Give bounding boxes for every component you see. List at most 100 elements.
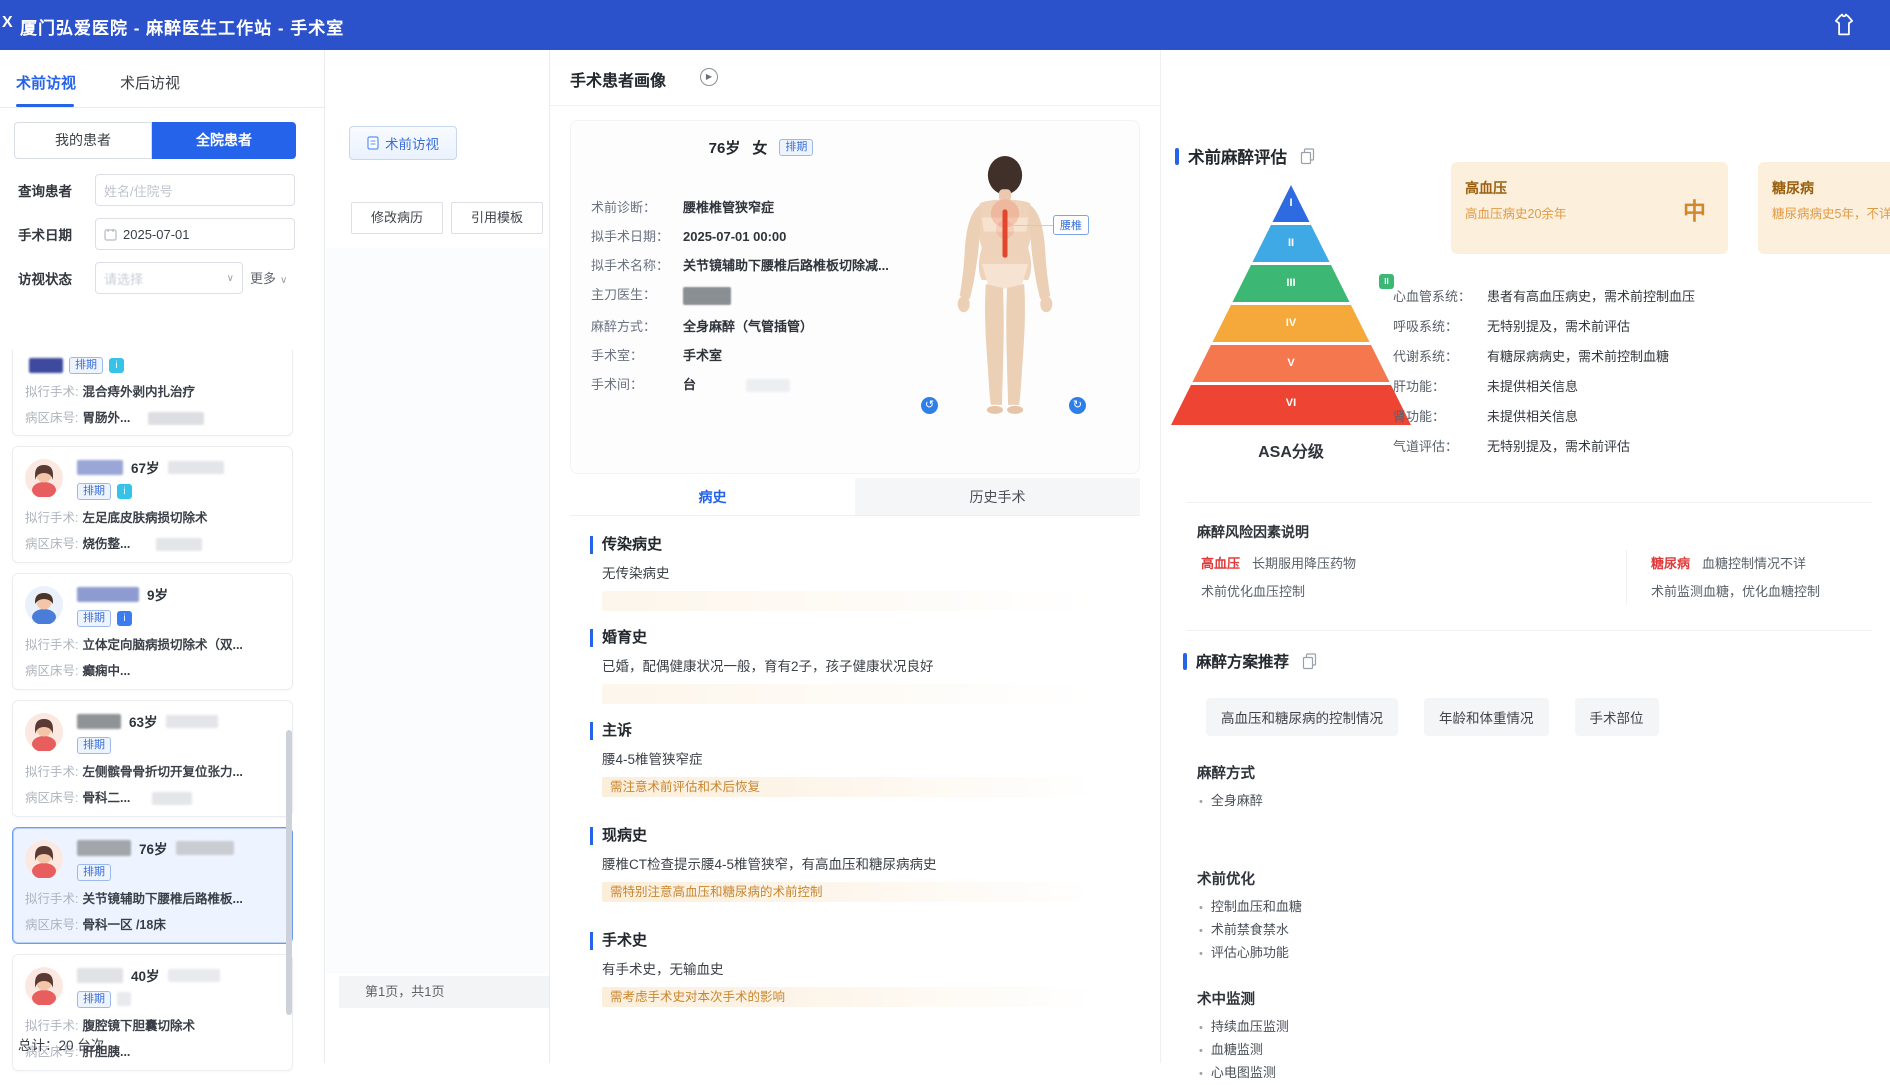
anesthesia-assessment-panel: 术前麻醉评估 I II III IV V VI II ASA分级 高血压 高血压… [1160,50,1890,1063]
search-patient-label: 查询患者 [18,180,72,200]
patient-card[interactable]: 63岁 排期 拟行手术:左侧髌骨骨折切开复位张力... 病区床号:骨科二... [12,700,293,817]
rotate-left-button[interactable]: ↺ [921,397,938,414]
section-present-illness: 现病史 腰椎CT检查提示腰4-5椎管狭窄，有高血压和糖尿病病史 需特别注意高血压… [590,827,1130,902]
redacted-name [77,460,123,475]
planned-surgery-name: 关节镜辅助下腰椎后路椎板切除减... [683,258,889,273]
risk-note-hypertension: 高血压长期服用降压药物 术前优化血压控制 [1201,553,1356,600]
rotate-right-button[interactable]: ↻ [1069,397,1086,414]
play-icon[interactable]: ▶ [700,68,718,86]
patient-card[interactable]: 9岁 排期 i 拟行手术:立体定向脑病损切除术（双... 病区床号:癫痫中... [12,573,293,690]
tab-pre-visit[interactable]: 术前访视 [16,72,76,93]
plan-group-items: 控制血压和血糖 术前禁食禁水 评估心肺功能 [1199,896,1302,965]
portrait-title: 手术患者画像 [570,67,666,91]
assessment-header: 术前麻醉评估 [1175,144,1315,168]
chevron-down-icon: ∨ [227,273,234,284]
redacted-name [77,587,139,602]
system-value: 未提供相关信息 [1487,379,1578,394]
plan-title: 麻醉方案推荐 [1196,650,1289,672]
chevron-down-icon: ∨ [280,275,287,286]
ai-note [602,684,1122,704]
pagination[interactable]: 第1页，共1页 [339,976,549,1008]
copy-icon[interactable] [1300,148,1315,165]
patient-age: 76岁 [709,137,741,158]
section-chief-complaint: 主诉 腰4-5椎管狭窄症 需注意术前评估和术后恢复 [590,722,1130,797]
risk-note-diabetes: 糖尿病血糖控制情况不详 术前监测血糖，优化血糖控制 [1651,553,1820,600]
planned-surgery: 腹腔镜下胆囊切除术 [82,1019,195,1033]
redacted-id [148,412,204,425]
planned-surgery: 混合痔外剥内扎治疗 [82,385,195,399]
accent-bar [1183,653,1187,670]
search-input[interactable]: 姓名/住院号 [95,174,295,206]
edit-record-button[interactable]: 修改病历 [351,202,443,234]
tab-post-visit[interactable]: 术后访视 [120,72,180,93]
visit-status-select[interactable]: 请选择 ∨ [95,262,243,294]
operating-room: 手术室 [683,348,722,363]
patient-card-selected[interactable]: 76岁 排期 拟行手术:关节镜辅助下腰椎后路椎板... 病区床号:骨科一区 /1… [12,827,293,944]
tab-past-surgery[interactable]: 历史手术 [855,478,1140,515]
copy-icon[interactable] [1302,653,1317,670]
asa-level-6: VI [1171,385,1411,425]
patient-summary-card: 76岁 女 排期 术前诊断：腰椎椎管狭窄症 拟手术日期：2025-07-01 0… [570,120,1140,474]
plan-group-items: 持续血压监测 血糖监测 心电图监测 [1199,1016,1289,1085]
asa-level-1: I [1171,185,1411,225]
redacted-name [77,714,121,729]
planned-surgery: 左足底皮肤病损切除术 [82,511,207,525]
body-figure [929,151,1081,423]
factor-chip[interactable]: 高血压和糖尿病的控制情况 [1206,698,1398,736]
document-icon [367,136,379,150]
more-filters-link[interactable]: 更多∨ [250,268,287,287]
plan-header: 麻醉方案推荐 [1183,650,1317,672]
section-marital-history: 婚育史 已婚，配偶健康状况一般，育有2子，孩子健康状况良好 [590,629,1130,704]
schedule-tag: 排期 [77,864,111,881]
list-scrollbar[interactable] [286,730,292,1015]
plan-item: 评估心肺功能 [1199,942,1302,965]
tab-history[interactable]: 病史 [570,478,855,515]
factor-chip[interactable]: 手术部位 [1575,698,1659,736]
pre-diagnosis: 腰椎椎管狭窄症 [683,200,774,215]
system-value: 无特别提及，需术前评估 [1487,439,1630,454]
surgery-date-field[interactable]: 2025-07-01 [95,218,295,250]
visit-status-label: 访视状态 [18,268,72,288]
plan-item: 全身麻醉 [1199,790,1263,813]
hypertension-card: 高血压 高血压病史20余年 中 [1451,162,1728,254]
system-assessment-list: 心血管系统：患者有高血压病史，需术前控制血压 呼吸系统：无特别提及，需术前评估 … [1393,286,1873,466]
plan-factor-chips: 高血压和糖尿病的控制情况 年龄和体重情况 手术部位 [1206,698,1659,736]
redacted-value [746,379,790,392]
schedule-tag: 排期 [77,610,111,627]
all-patients-button[interactable]: 全院患者 [152,122,296,159]
total-count: 总计：20 台次 [18,1034,104,1054]
plan-item: 控制血压和血糖 [1199,896,1302,919]
section-surgical-history: 手术史 有手术史，无输血史 需考虑手术史对本次手术的影响 [590,932,1130,1007]
patient-card[interactable]: 67岁 排期 i 拟行手术:左足底皮肤病损切除术 病区床号:烧伤整... [12,446,293,563]
ai-note: 需考虑手术史对本次手术的影响 [602,987,1122,1007]
patient-age: 40岁 [131,965,160,985]
operating-table: 台 [683,377,696,392]
redacted-id [156,538,202,551]
redacted-name [29,358,63,373]
planned-surgery: 左侧髌骨骨折切开复位张力... [82,765,242,779]
avatar [25,459,63,497]
calendar-icon [104,228,117,241]
search-placeholder: 姓名/住院号 [104,181,173,200]
pre-visit-button[interactable]: 术前访视 [349,126,457,160]
surgery-date-value: 2025-07-01 [123,227,190,242]
asa-label: ASA分级 [1171,438,1411,462]
patient-age: 9岁 [147,584,168,604]
anesthesia-method: 全身麻醉（气管插管） [683,319,813,334]
history-sections: 传染病史 无传染病史 婚育史 已婚，配偶健康状况一般，育有2子，孩子健康状况良好… [590,536,1130,1025]
schedule-tag: 排期 [77,991,111,1008]
avatar [25,967,63,1005]
avatar [25,713,63,751]
ward-bed: 骨科一区 /18床 [82,918,165,932]
patient-card[interactable]: 排期 i 拟行手术:混合痔外剥内扎治疗 病区床号:胃肠外... [12,350,293,436]
factor-chip[interactable]: 年龄和体重情况 [1424,698,1549,736]
my-patients-button[interactable]: 我的患者 [14,122,152,159]
diabetes-card: 糖尿病 糖尿病病史5年，不详 [1758,162,1890,254]
risk-grade: 中 [1683,192,1706,226]
divider [1626,550,1627,605]
ai-note: 需注意术前评估和术后恢复 [602,777,1122,797]
use-template-button[interactable]: 引用模板 [451,202,543,234]
patient-age: 63岁 [129,711,158,731]
divider [1186,630,1872,631]
theme-shirt-icon[interactable] [1830,11,1858,39]
